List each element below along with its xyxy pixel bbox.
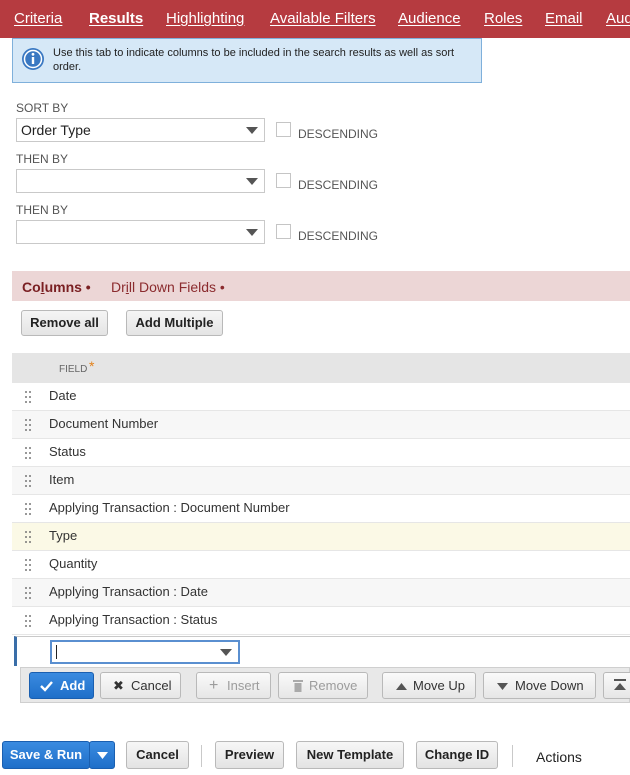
plus-icon: + bbox=[209, 677, 219, 694]
change-id-button[interactable]: Change ID bbox=[416, 741, 498, 769]
tab-highlighting[interactable]: Highlighting bbox=[166, 10, 244, 27]
table-row[interactable]: Type bbox=[12, 523, 630, 551]
tab-email[interactable]: Email bbox=[545, 10, 583, 27]
field-name: Date bbox=[49, 388, 77, 403]
subtab-columns[interactable]: Columns • bbox=[22, 279, 91, 295]
remove-all-button[interactable]: Remove all bbox=[21, 310, 108, 336]
descending-checkbox-2[interactable] bbox=[276, 173, 291, 188]
field-name: Applying Transaction : Document Number bbox=[49, 500, 290, 515]
cancel-row-button[interactable]: ✖ Cancel bbox=[100, 672, 181, 699]
field-name: Applying Transaction : Status bbox=[49, 612, 218, 627]
descending-label-2: DESCENDING bbox=[298, 178, 379, 192]
separator bbox=[512, 745, 513, 767]
table-row[interactable]: Applying Transaction : Status bbox=[12, 607, 630, 635]
drag-handle-icon[interactable] bbox=[24, 446, 32, 460]
table-row[interactable]: Date bbox=[12, 383, 630, 411]
then-by-label-1: THEN BY bbox=[16, 152, 69, 166]
insert-button[interactable]: + Insert bbox=[196, 672, 271, 699]
then-by-label-2: THEN BY bbox=[16, 203, 69, 217]
move-top-icon bbox=[614, 679, 626, 690]
subtab-drill-down-fields[interactable]: Drill Down Fields • bbox=[111, 279, 225, 295]
field-name: Quantity bbox=[49, 556, 98, 571]
drag-handle-icon[interactable] bbox=[24, 474, 32, 488]
drag-handle-icon[interactable] bbox=[24, 502, 32, 516]
trash-icon bbox=[293, 680, 303, 692]
remove-button[interactable]: Remove bbox=[278, 672, 368, 699]
move-to-top-button[interactable] bbox=[603, 672, 630, 699]
arrow-up-icon bbox=[396, 683, 407, 690]
new-field-select[interactable] bbox=[50, 640, 240, 664]
tab-audience[interactable]: Audience bbox=[398, 10, 461, 27]
add-multiple-button[interactable]: Add Multiple bbox=[126, 310, 223, 336]
drag-handle-icon[interactable] bbox=[24, 614, 32, 628]
tab-results[interactable]: Results bbox=[89, 10, 143, 27]
chevron-down-icon bbox=[97, 752, 108, 759]
tab-available-filters[interactable]: Available Filters bbox=[270, 10, 376, 27]
descending-label-3: DESCENDING bbox=[298, 229, 379, 243]
required-marker: * bbox=[89, 358, 95, 374]
close-icon: ✖ bbox=[113, 678, 124, 693]
table-row[interactable]: Applying Transaction : Date bbox=[12, 579, 630, 607]
new-template-button[interactable]: New Template bbox=[296, 741, 404, 769]
sort-by-select[interactable]: Order Type bbox=[16, 118, 265, 142]
field-name: Status bbox=[49, 444, 86, 459]
descending-checkbox-1[interactable] bbox=[276, 122, 291, 137]
field-name: Applying Transaction : Date bbox=[49, 584, 208, 599]
save-and-run-button[interactable]: Save & Run bbox=[2, 741, 90, 769]
descending-label-1: DESCENDING bbox=[298, 127, 379, 141]
info-icon bbox=[22, 48, 44, 70]
table-row[interactable]: Document Number bbox=[12, 411, 630, 439]
tab-audit-trail[interactable]: Aud bbox=[606, 10, 630, 27]
drag-handle-icon[interactable] bbox=[24, 586, 32, 600]
table-row[interactable]: Applying Transaction : Document Number bbox=[12, 495, 630, 523]
tab-roles[interactable]: Roles bbox=[484, 10, 522, 27]
sort-by-value: Order Type bbox=[21, 122, 91, 138]
chevron-down-icon bbox=[220, 649, 232, 656]
save-options-dropdown[interactable] bbox=[89, 741, 115, 769]
cancel-button[interactable]: Cancel bbox=[126, 741, 189, 769]
table-row[interactable]: Status bbox=[12, 439, 630, 467]
table-row[interactable]: Quantity bbox=[12, 551, 630, 579]
field-name: Type bbox=[49, 528, 78, 543]
chevron-down-icon bbox=[246, 127, 258, 134]
columns-grid-header: FIELD * bbox=[12, 353, 630, 383]
field-column-header: FIELD bbox=[59, 364, 88, 375]
row-action-bar: Add ✖ Cancel + Insert Remove Move Up Mov… bbox=[20, 667, 630, 703]
info-banner: Use this tab to indicate columns to be i… bbox=[12, 38, 482, 83]
chevron-down-icon bbox=[246, 178, 258, 185]
table-row[interactable]: Item bbox=[12, 467, 630, 495]
drag-handle-icon[interactable] bbox=[24, 418, 32, 432]
drag-handle-icon[interactable] bbox=[24, 558, 32, 572]
arrow-down-icon bbox=[497, 683, 508, 690]
move-up-button[interactable]: Move Up bbox=[382, 672, 476, 699]
move-down-button[interactable]: Move Down bbox=[483, 672, 596, 699]
new-column-row bbox=[14, 636, 630, 666]
preview-button[interactable]: Preview bbox=[215, 741, 284, 769]
drag-handle-icon[interactable] bbox=[24, 530, 32, 544]
then-by-select-1[interactable] bbox=[16, 169, 265, 193]
separator bbox=[201, 745, 202, 767]
field-name: Document Number bbox=[49, 416, 159, 431]
then-by-select-2[interactable] bbox=[16, 220, 265, 244]
drag-handle-icon[interactable] bbox=[24, 390, 32, 404]
tab-criteria[interactable]: Criteria bbox=[14, 10, 62, 27]
descending-checkbox-3[interactable] bbox=[276, 224, 291, 239]
add-button[interactable]: Add bbox=[29, 672, 94, 699]
actions-menu[interactable]: Actions bbox=[536, 749, 582, 765]
info-text: Use this tab to indicate columns to be i… bbox=[53, 47, 455, 73]
sort-by-label: SORT BY bbox=[16, 101, 69, 115]
search-tab-bar: Criteria Results Highlighting Available … bbox=[0, 0, 630, 38]
check-icon bbox=[40, 681, 53, 692]
field-name: Item bbox=[49, 472, 75, 487]
columns-subtabs: Columns • Drill Down Fields • bbox=[12, 271, 630, 301]
text-cursor bbox=[56, 645, 57, 659]
chevron-down-icon bbox=[246, 229, 258, 236]
